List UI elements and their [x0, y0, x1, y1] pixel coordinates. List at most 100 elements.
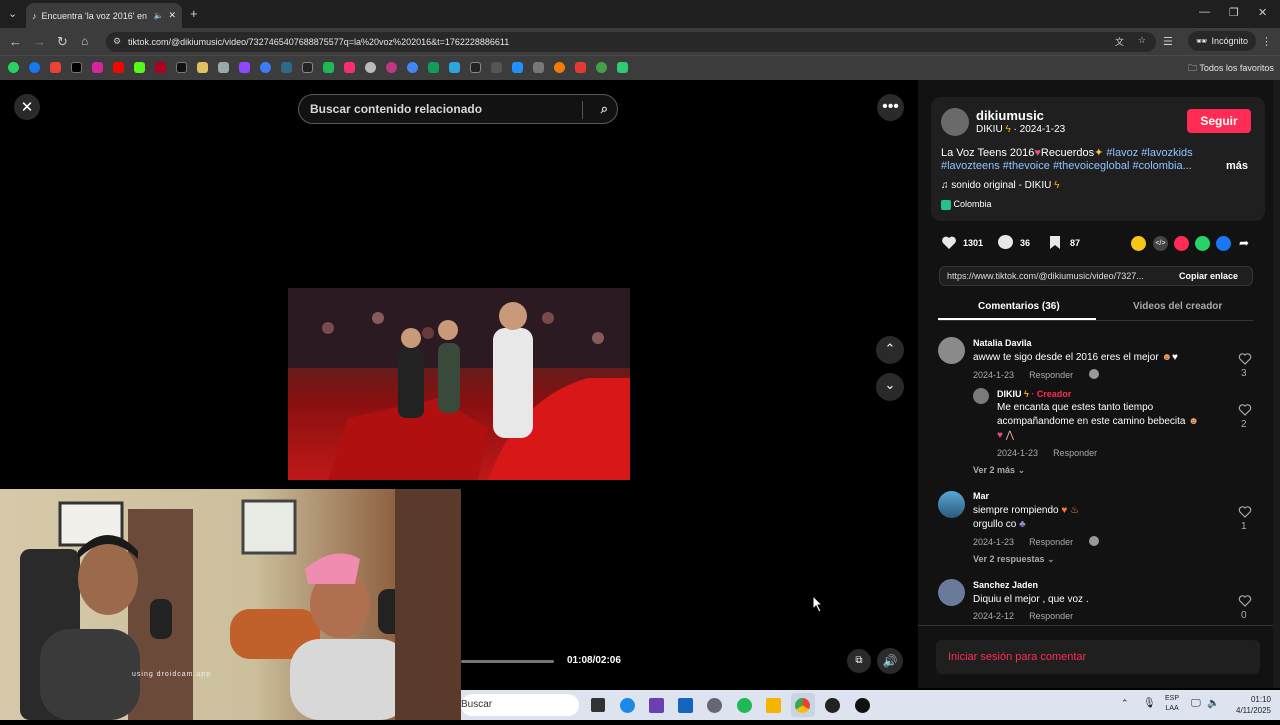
send-to-friends-icon[interactable]: [1174, 236, 1189, 251]
scrollbar[interactable]: [1273, 80, 1280, 688]
all-bookmarks-button[interactable]: 🗀 Todos los favoritos: [1188, 61, 1274, 77]
edge-icon[interactable]: [620, 698, 635, 713]
reply-button[interactable]: Responder: [1029, 611, 1073, 621]
search-icon[interactable]: ⌕: [601, 101, 608, 117]
embed-code-icon[interactable]: </>: [1153, 236, 1168, 251]
creator-username[interactable]: dikiumusic: [976, 108, 1044, 123]
tray-chevron-up-icon[interactable]: ⌃: [1121, 698, 1129, 709]
comment-like-icon[interactable]: [1238, 594, 1252, 607]
menu-icon[interactable]: ⋮: [1261, 35, 1272, 48]
chrome-active-tile[interactable]: [791, 693, 815, 717]
network-icon[interactable]: 🖵: [1191, 698, 1201, 709]
more-options-icon[interactable]: •••: [877, 94, 904, 121]
follow-button[interactable]: Seguir: [1187, 109, 1251, 133]
bookmark-icon-28[interactable]: [575, 62, 586, 73]
share-link-text[interactable]: https://www.tiktok.com/@dikiumusic/video…: [947, 271, 1144, 281]
login-to-comment-button[interactable]: Iniciar sesión para comentar: [936, 640, 1260, 674]
tab-list-icon[interactable]: ⌄: [8, 7, 17, 20]
chatgpt-bookmark-icon[interactable]: [365, 62, 376, 73]
share-arrow-icon[interactable]: ➦: [1239, 236, 1249, 250]
avatar[interactable]: [938, 491, 965, 518]
comment-author[interactable]: Natalia Davila: [973, 338, 1032, 348]
browser-tab[interactable]: ♪ Encuentra 'la voz 2016' en T 🔈 ✕: [26, 3, 182, 28]
facebook-share-icon[interactable]: [1216, 236, 1231, 251]
store-icon[interactable]: [678, 698, 693, 713]
forward-icon[interactable]: →: [33, 34, 46, 49]
speaker-icon[interactable]: 🔈: [1207, 698, 1219, 709]
bookmark-icon-19[interactable]: [386, 62, 397, 73]
bookmark-icon-24[interactable]: [491, 62, 502, 73]
facebook-bookmark-icon[interactable]: [29, 62, 40, 73]
volume-icon[interactable]: 🔊: [877, 648, 903, 674]
hashtag-link[interactable]: #lavozteens: [941, 160, 1000, 172]
share-repost-icon[interactable]: [1131, 236, 1146, 251]
instagram-bookmark-icon[interactable]: [92, 62, 103, 73]
whatsapp-bookmark-icon[interactable]: [8, 62, 19, 73]
app-icon[interactable]: [825, 698, 840, 713]
audio-icon[interactable]: 🔈: [153, 11, 163, 20]
app-icon[interactable]: [649, 698, 664, 713]
floating-player-icon[interactable]: ⧉: [847, 649, 871, 673]
reload-icon[interactable]: ↻: [57, 34, 68, 50]
app-icon[interactable]: [855, 698, 870, 713]
location-label[interactable]: Colombia: [954, 199, 992, 209]
comment-author[interactable]: Mar: [973, 491, 989, 501]
youtube-bookmark-icon[interactable]: [113, 62, 124, 73]
avatar[interactable]: [938, 337, 965, 364]
twitch-bookmark-icon[interactable]: [239, 62, 250, 73]
x-bookmark-icon[interactable]: [71, 62, 82, 73]
hashtag-link[interactable]: #colombia...: [1132, 160, 1191, 172]
bookmark-star-icon[interactable]: ☆: [1138, 35, 1146, 46]
tab-search-icon[interactable]: ☰: [1163, 35, 1173, 48]
hashtag-link[interactable]: #thevoiceglobal: [1053, 160, 1129, 172]
bookmark-icon-20[interactable]: [407, 62, 418, 73]
avatar[interactable]: [973, 388, 989, 404]
bookmark-icon-22[interactable]: [449, 62, 460, 73]
bookmark-icon-16[interactable]: [323, 62, 334, 73]
microphone-icon[interactable]: 🎙: [1143, 698, 1156, 709]
incognito-indicator[interactable]: 🕶 Incógnito: [1188, 31, 1256, 51]
task-view-icon[interactable]: [591, 698, 605, 712]
creator-avatar[interactable]: [941, 108, 969, 136]
whatsapp-share-icon[interactable]: [1195, 236, 1210, 251]
more-caption-button[interactable]: más: [1226, 160, 1248, 172]
home-icon[interactable]: ⌂: [81, 34, 88, 48]
hashtag-link[interactable]: #thevoice: [1003, 160, 1050, 172]
comment-icon[interactable]: [998, 235, 1013, 249]
view-more-replies[interactable]: Ver 2 respuestas ⌄: [973, 554, 1055, 565]
clock[interactable]: 01:10 4/11/2025: [1231, 694, 1271, 716]
hashtag-link[interactable]: #lavoz: [1106, 147, 1138, 159]
hashtag-link[interactable]: #lavozkids: [1141, 147, 1192, 159]
spotify-icon[interactable]: [737, 698, 752, 713]
reply-button[interactable]: Responder: [1029, 537, 1073, 547]
avatar[interactable]: [938, 579, 965, 606]
next-video-button[interactable]: ⌄: [876, 373, 904, 401]
url-field[interactable]: ⚙ tiktok.com/@dikiumusic/video/732746540…: [106, 32, 1156, 52]
close-window-icon[interactable]: ✕: [1258, 6, 1267, 19]
save-bookmark-icon[interactable]: [1049, 235, 1061, 250]
tab-comments[interactable]: Comentarios (36): [978, 301, 1060, 312]
bookmark-icon-14[interactable]: [281, 62, 292, 73]
translate-icon[interactable]: 文: [1115, 35, 1124, 48]
bookmark-icon-15[interactable]: [302, 62, 313, 73]
tiktok-bookmark-icon[interactable]: [176, 62, 187, 73]
language-indicator[interactable]: ESP LAA: [1165, 694, 1179, 714]
bookmark-icon-23[interactable]: [470, 62, 481, 73]
like-heart-icon[interactable]: [941, 235, 957, 250]
file-explorer-icon[interactable]: [766, 698, 781, 713]
comment-like-icon[interactable]: [1238, 352, 1252, 365]
reply-button[interactable]: Responder: [1053, 448, 1097, 458]
kick-bookmark-icon[interactable]: [134, 62, 145, 73]
sound-name[interactable]: sonido original - DIKIU: [951, 180, 1051, 191]
bookmark-icon-27[interactable]: [554, 62, 565, 73]
previous-video-button[interactable]: ⌃: [876, 336, 904, 364]
bookmark-icon-25[interactable]: [512, 62, 523, 73]
comment-like-icon[interactable]: [1238, 505, 1252, 518]
site-info-icon[interactable]: ⚙: [113, 36, 121, 47]
view-more-replies[interactable]: Ver 2 más ⌄: [973, 465, 1025, 476]
music-bookmark-icon[interactable]: [344, 62, 355, 73]
close-player-button[interactable]: ✕: [14, 94, 40, 120]
back-icon[interactable]: ←: [9, 34, 22, 49]
reply-button[interactable]: Responder: [1029, 370, 1073, 380]
bookmark-icon-30[interactable]: [617, 62, 628, 73]
